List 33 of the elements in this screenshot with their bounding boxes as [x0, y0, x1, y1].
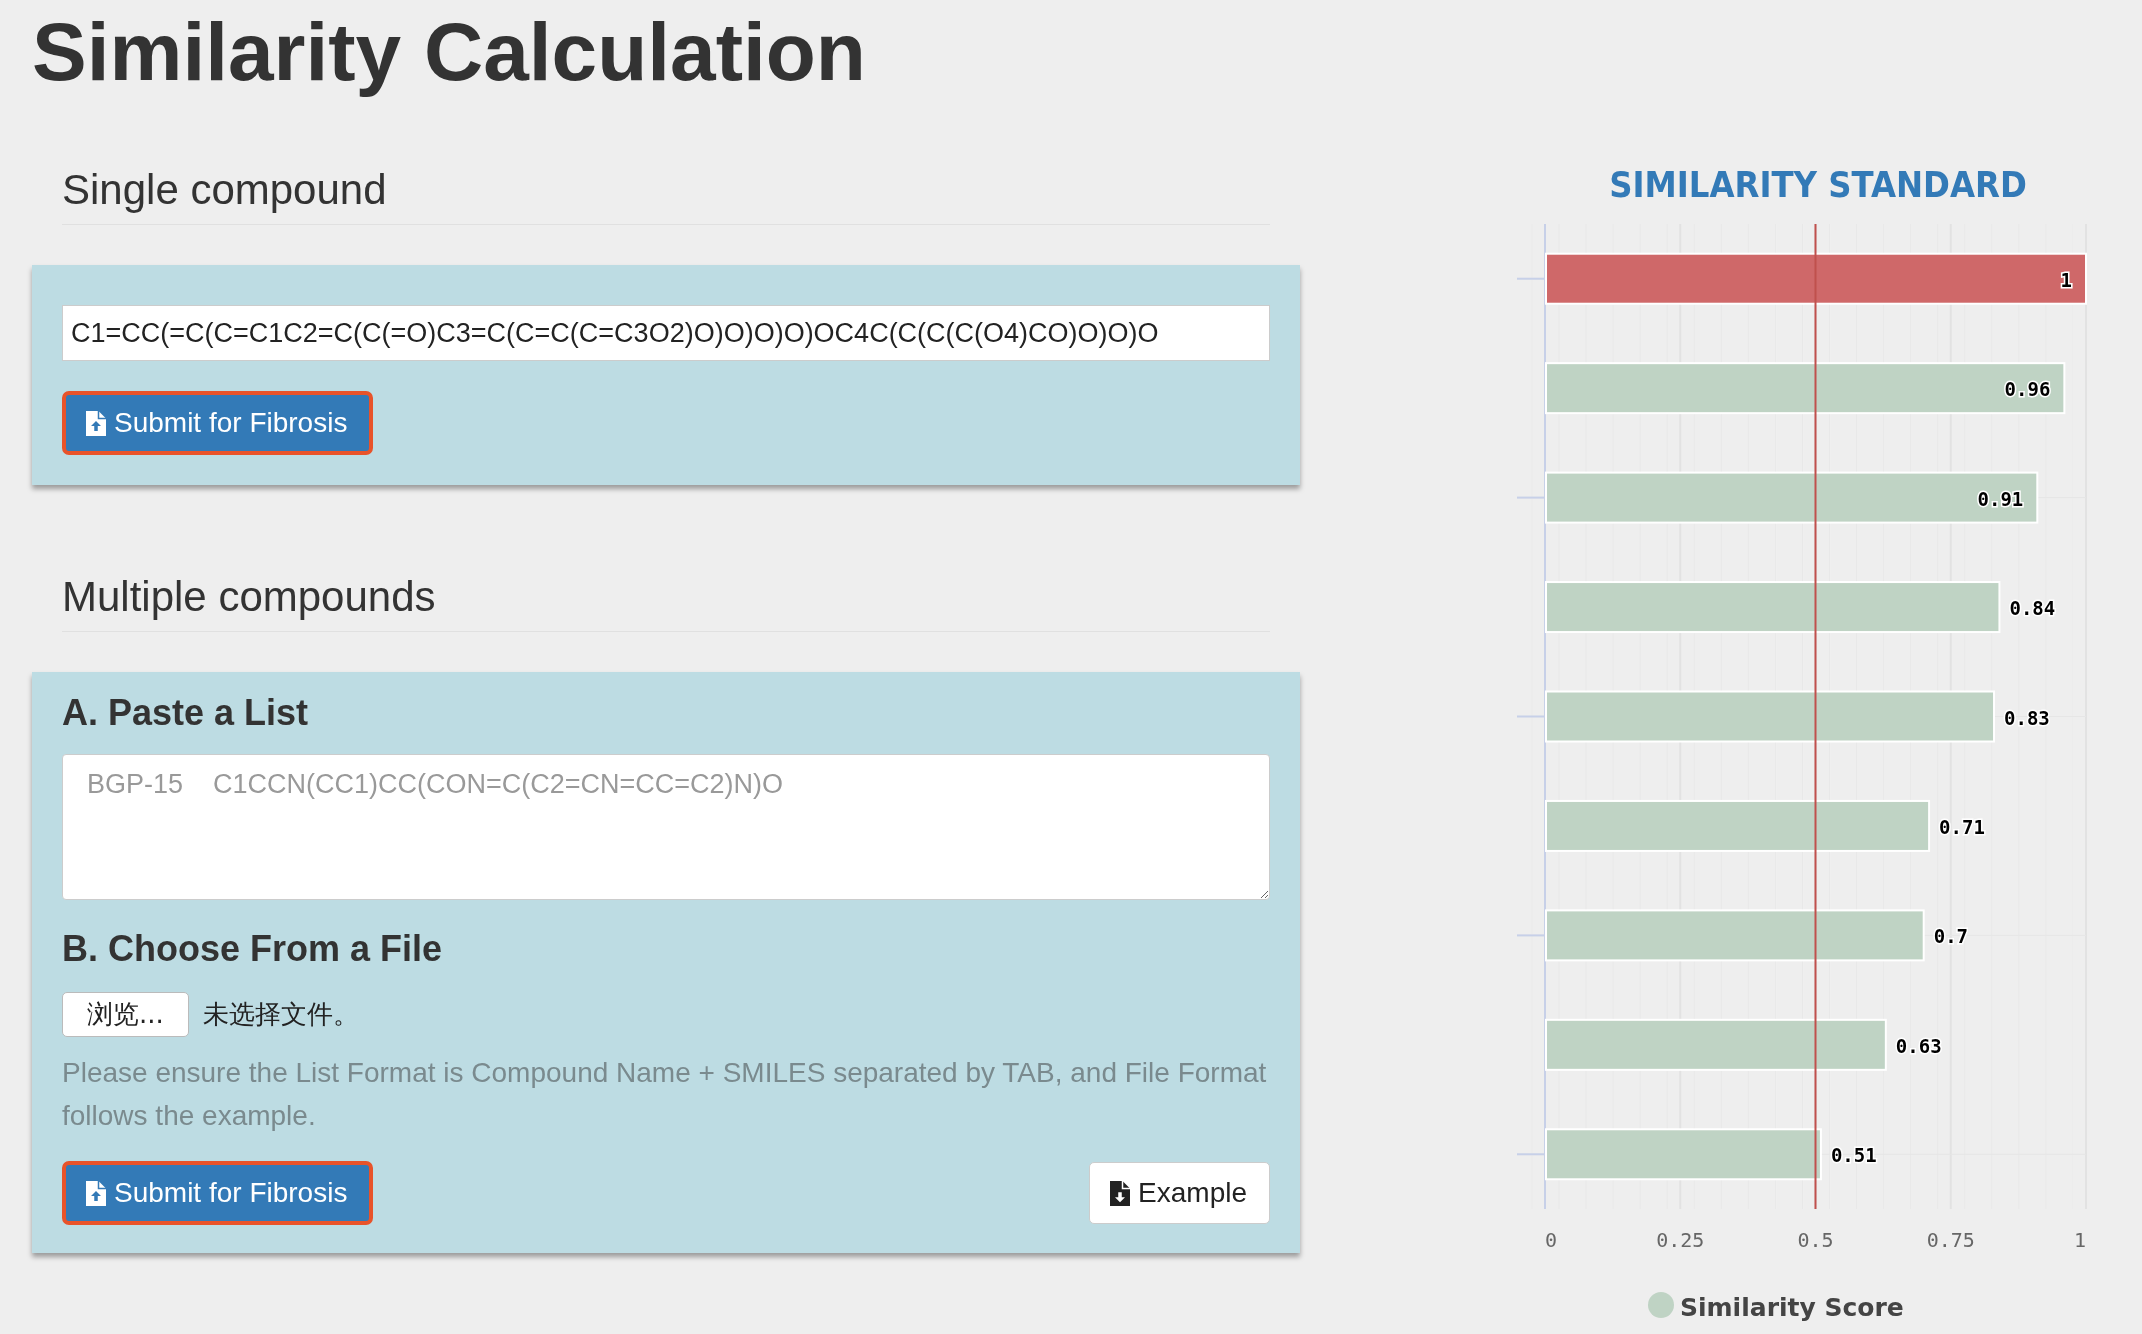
file-upload-icon — [86, 1180, 106, 1206]
bar-value-label: 0.84 — [2009, 597, 2056, 620]
axis-tick-label: 0.25 — [1656, 1228, 1705, 1252]
bar-value-label: 0.96 — [2004, 378, 2051, 401]
legend-swatch — [1648, 1292, 1674, 1318]
file-status-text: 未选择文件。 — [202, 998, 359, 1031]
bar-value-label: 0.63 — [1895, 1034, 1942, 1057]
file-upload-icon — [86, 410, 106, 436]
legend-label: Similarity Score — [1680, 1293, 1904, 1322]
section-heading: Single compound — [62, 162, 1270, 225]
bar-value-label: 0.71 — [1939, 815, 1985, 838]
list-text-area[interactable]: BGP-15 C1CCN(CC1)CC(CON=C(C2=CN=CC=C2)N)O — [62, 754, 1270, 900]
file-download-icon — [1110, 1180, 1131, 1206]
subheading: A. Paste a List — [62, 691, 310, 735]
bar-value-label: 1 — [2060, 268, 2072, 291]
section-heading: Multiple compounds — [62, 569, 1270, 632]
bar-value-label: 0.51 — [1830, 1144, 1877, 1167]
help-text: Please ensure the List Format is Compound Name + SMILES separated by TAB, and File Format follows the example. — [62, 1056, 1268, 1133]
example-button[interactable]: Example — [1089, 1162, 1270, 1224]
smiles-input-field[interactable]: C1=CC(=C(C=C1C2=C(C(=O)C3=C(C=C(C=C3O2)O)O)O)O)OC4C(C(C(C(O4)CO)O)O)O — [62, 305, 1270, 361]
page-title: Similarity Calculation — [32, 6, 867, 98]
subheading: B. Choose From a File — [62, 927, 444, 971]
chart-title: SIMILARITY STANDARD — [1608, 163, 2028, 207]
axis-tick-label: 0.75 — [1926, 1228, 1975, 1252]
axis-tick-label: 1 — [2073, 1228, 2086, 1252]
bar-value-label: 0.91 — [1977, 487, 2024, 510]
axis-tick-label: 0 — [1545, 1228, 1558, 1252]
bar-value-label: 0.83 — [2004, 706, 2050, 729]
bar-value-label: 0.7 — [1933, 925, 1969, 948]
browse-button[interactable]: 浏览... — [62, 992, 189, 1037]
axis-tick-label: 0.5 — [1797, 1228, 1834, 1252]
submit-button[interactable]: Submit for Fibrosis — [62, 1161, 374, 1225]
submit-button[interactable]: Submit for Fibrosis — [62, 391, 374, 455]
